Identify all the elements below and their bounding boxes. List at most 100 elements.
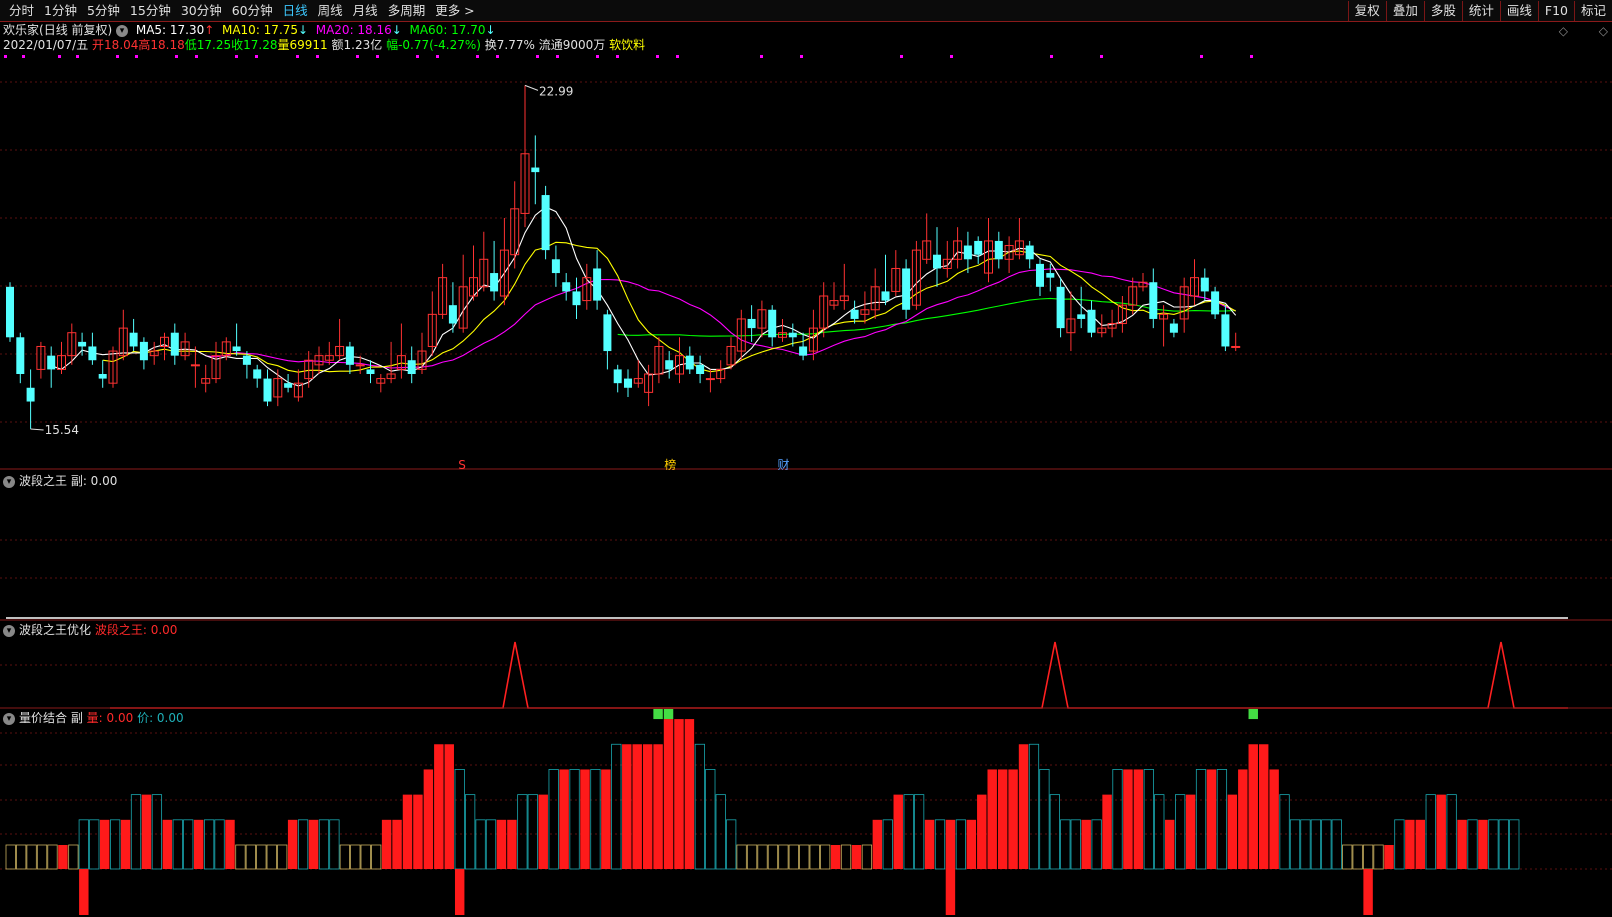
- volume-bar-negative: [1363, 869, 1373, 915]
- candle-up: [705, 378, 715, 381]
- volume-bar-flat: [245, 844, 256, 870]
- volume-bar-flat: [820, 844, 831, 870]
- marker-dot: [296, 55, 299, 58]
- marker-dot: [536, 55, 539, 58]
- tool-button-4[interactable]: 画线: [1499, 1, 1538, 21]
- volume-bar-red: [1164, 819, 1175, 869]
- volume-bar-cyan: [297, 819, 309, 870]
- volume-bar-cyan: [485, 819, 497, 870]
- candle-down: [129, 332, 138, 347]
- tool-button-3[interactable]: 统计: [1461, 1, 1500, 21]
- volume-bar-cyan: [1289, 819, 1301, 870]
- volume-bar-red: [120, 819, 131, 869]
- volume-bar-red: [1123, 769, 1133, 869]
- min-pointer: [30, 428, 44, 431]
- candle-down: [26, 387, 35, 402]
- tab-7[interactable]: 周线: [313, 0, 348, 22]
- tab-3[interactable]: 15分钟: [125, 0, 176, 22]
- volume-bar-cyan: [882, 819, 893, 870]
- volume-bar-flat: [339, 844, 350, 870]
- marker-dot: [1100, 55, 1103, 58]
- indicator-panel-2[interactable]: [0, 621, 1612, 709]
- volume-bar-flat: [861, 844, 873, 870]
- volume-bar-cyan: [1039, 769, 1050, 870]
- tab-8[interactable]: 月线: [348, 0, 383, 22]
- volume-bar-red: [162, 819, 173, 869]
- volume-bar-red: [632, 744, 642, 869]
- tab-10[interactable]: 更多 >: [430, 0, 479, 22]
- volume-bar-cyan: [715, 794, 726, 870]
- volume-bar-red: [225, 819, 235, 869]
- volume-bar-negative: [945, 869, 956, 915]
- volume-bar-red: [924, 819, 935, 869]
- volume-bar-flat: [799, 844, 810, 870]
- volume-bar-cyan: [172, 819, 183, 870]
- tab-5[interactable]: 60分钟: [227, 0, 278, 22]
- volume-bar-cyan: [465, 794, 476, 870]
- volume-bar-cyan: [151, 794, 163, 870]
- marker-dot: [22, 55, 25, 58]
- signal-bar-green: [653, 709, 663, 720]
- tool-button-6[interactable]: 标记: [1573, 1, 1612, 21]
- tab-9[interactable]: 多周期: [383, 0, 431, 22]
- tab-1[interactable]: 1分钟: [39, 0, 82, 22]
- candle-down: [551, 259, 560, 274]
- volume-bar-cyan: [1279, 794, 1290, 870]
- volume-bar-red: [1133, 769, 1144, 869]
- tool-button-1[interactable]: 叠加: [1385, 1, 1424, 21]
- candle-down: [799, 346, 808, 356]
- candle-down: [613, 369, 622, 384]
- volume-bar-flat: [360, 844, 371, 870]
- volume-bar-cyan: [183, 819, 194, 870]
- volume-bar-cyan: [1175, 794, 1186, 870]
- tool-button-5[interactable]: F10: [1537, 1, 1574, 21]
- ma60-line: [617, 297, 1236, 337]
- volume-bar-flat: [235, 844, 246, 870]
- indicator-panel-1[interactable]: [0, 470, 1612, 621]
- max-pointer: [524, 84, 539, 91]
- candle-down: [685, 355, 694, 370]
- volume-bar-red: [1081, 819, 1091, 869]
- volume-bar-red: [987, 769, 997, 869]
- candle-down: [933, 254, 941, 269]
- tab-2[interactable]: 5分钟: [82, 0, 125, 22]
- candle-down: [1221, 314, 1230, 347]
- candle-down: [902, 268, 911, 310]
- tab-0[interactable]: 分时: [4, 0, 39, 22]
- tab-6[interactable]: 日线: [278, 0, 313, 22]
- volume-bar-red: [1405, 819, 1415, 869]
- volume-bar-flat: [767, 844, 779, 870]
- volume-bar-flat: [5, 844, 16, 870]
- tool-button-2[interactable]: 多股: [1423, 1, 1462, 21]
- candle-down: [1046, 273, 1055, 278]
- volume-bar-red: [622, 744, 632, 869]
- volume-bar-red: [684, 719, 695, 869]
- signal-bar-green: [1248, 709, 1258, 720]
- volume-bar-negative: [454, 869, 465, 915]
- volume-bar-cyan: [726, 819, 737, 870]
- volume-bar-flat: [736, 844, 747, 870]
- wave-king-line: [110, 641, 1568, 709]
- volume-bar-flat: [746, 844, 758, 870]
- marker-dot: [760, 55, 763, 58]
- volume-bar-red: [392, 819, 402, 869]
- indicator-panel-3[interactable]: [0, 709, 1612, 917]
- tool-button-0[interactable]: 复权: [1347, 1, 1386, 21]
- tab-4[interactable]: 30分钟: [176, 0, 227, 22]
- volume-bar-flat: [47, 844, 58, 870]
- volume-bar-cyan: [1060, 819, 1071, 870]
- volume-bar-red: [1269, 769, 1279, 869]
- marker-dot: [235, 55, 238, 58]
- volume-bar-cyan: [517, 794, 528, 870]
- volume-bar-cyan: [318, 819, 330, 870]
- period-tabs: 分时 1分钟 5分钟 15分钟 30分钟 60分钟 日线 周线 月线 多周期 更多 >: [4, 0, 480, 22]
- volume-bar-cyan: [1467, 819, 1478, 870]
- candle-down: [1087, 309, 1096, 333]
- volume-bar-red: [1008, 769, 1018, 869]
- kline-chart[interactable]: 22.99 15.54 S 榜 财: [0, 22, 1612, 470]
- volume-bar-cyan: [110, 819, 121, 870]
- candle-down: [253, 369, 262, 379]
- volume-bar-flat: [371, 844, 382, 870]
- volume-bar-flat: [350, 844, 361, 870]
- volume-bar-red: [674, 719, 684, 869]
